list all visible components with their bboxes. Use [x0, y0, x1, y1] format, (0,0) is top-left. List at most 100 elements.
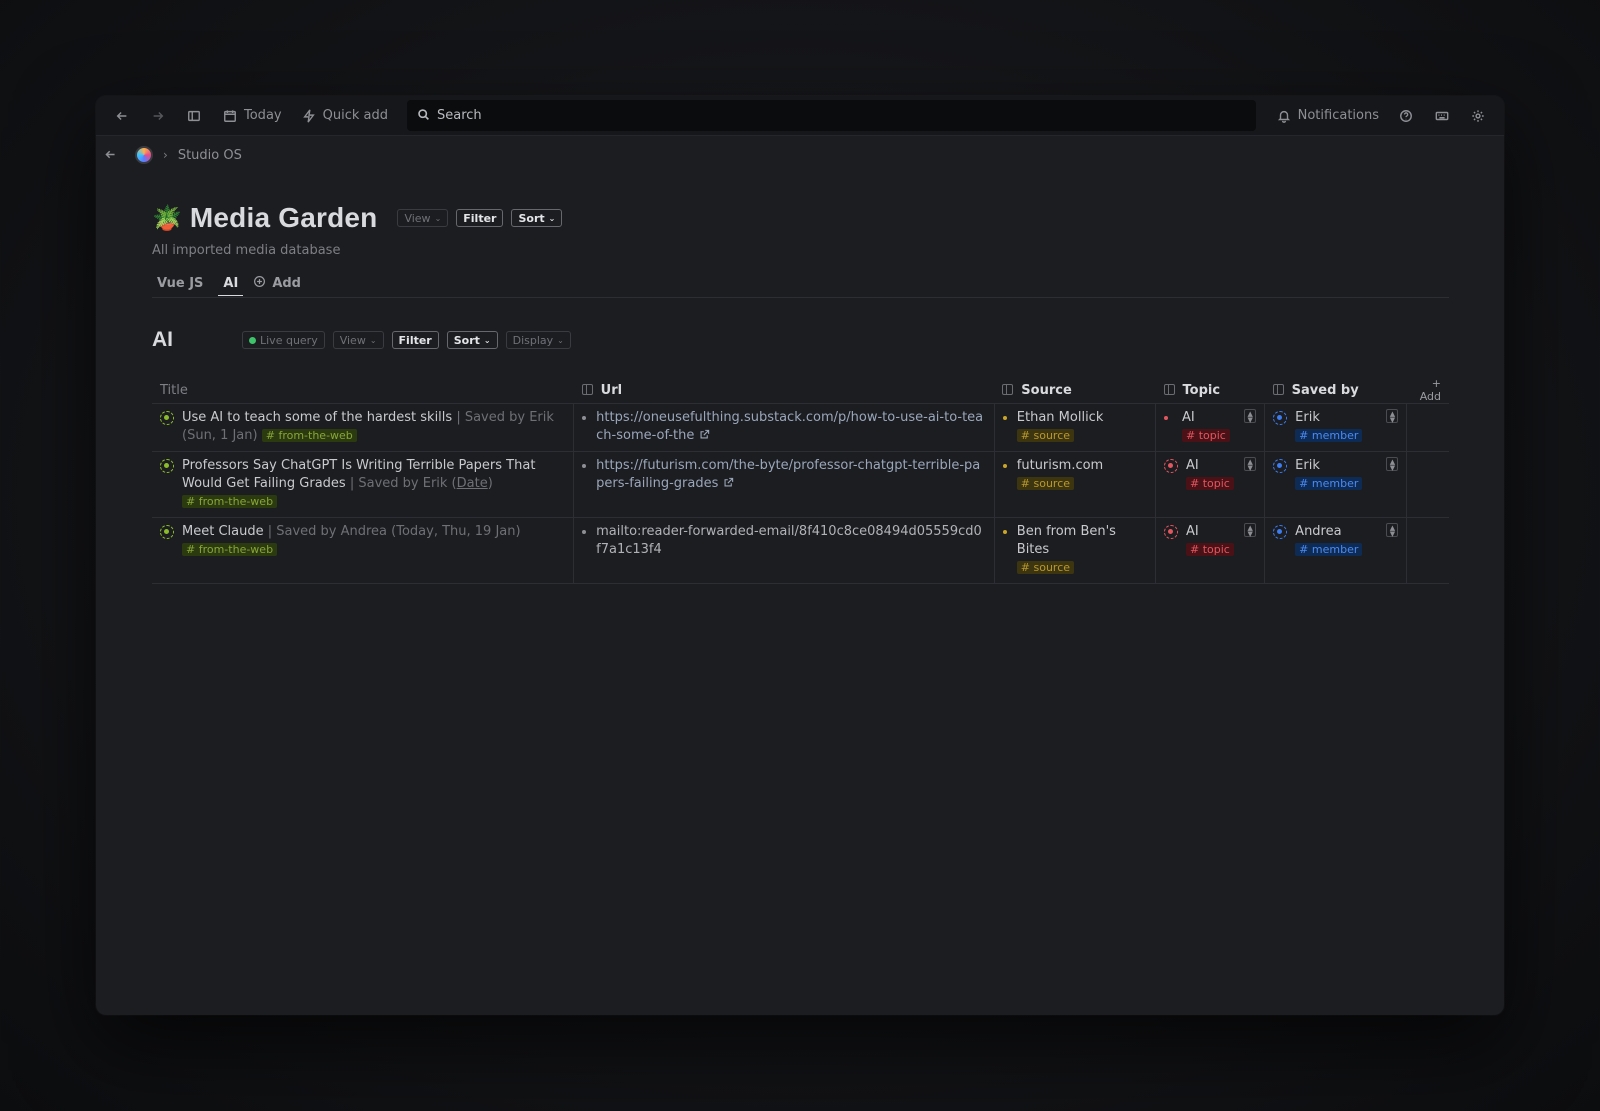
table-row[interactable]: Use AI to teach some of the hardest skil… — [152, 403, 1449, 452]
search-input[interactable] — [436, 108, 1246, 123]
bullet-icon — [582, 530, 587, 534]
column-header-source-label: Source — [1021, 382, 1072, 398]
member-tag[interactable]: # member — [1295, 429, 1363, 442]
expand-stepper-icon[interactable]: ▲ ▼ — [1244, 523, 1257, 538]
from-the-web-tag[interactable]: # from-the-web — [182, 495, 278, 508]
expand-stepper-icon[interactable]: ▲ ▼ — [1386, 523, 1399, 538]
row-saved-by[interactable]: Andrea — [1295, 523, 1362, 541]
url-cell[interactable]: https://futurism.com/the-byte/professor-… — [573, 451, 995, 518]
topic-cell[interactable]: AI # topic ▲ ▼ — [1155, 403, 1265, 452]
breadcrumb-back-button[interactable] — [104, 146, 117, 165]
add-column-button[interactable]: + Add — [1406, 377, 1449, 404]
saved-by-cell[interactable]: Andrea # member ▲ ▼ — [1264, 517, 1407, 584]
row-title[interactable]: Meet Claude — [182, 524, 264, 539]
section-view-button[interactable]: View ⌄ — [332, 331, 384, 349]
row-url[interactable]: mailto:reader-forwarded-email/8f410c8ce0… — [596, 524, 982, 557]
keyboard-icon — [1433, 107, 1451, 125]
table-row[interactable]: Meet Claude | Saved by Andrea (Today, Th… — [152, 517, 1449, 584]
topic-cell[interactable]: AI # topic ▲ ▼ — [1155, 517, 1265, 584]
section-filter-button[interactable]: Filter — [391, 331, 439, 349]
column-header-topic[interactable]: Topic — [1155, 377, 1265, 404]
sidebar-toggle-button[interactable] — [178, 103, 210, 129]
keyboard-shortcuts-button[interactable] — [1426, 103, 1458, 129]
column-header-saved-by[interactable]: Saved by — [1264, 377, 1407, 404]
page-sort-button[interactable]: Sort ⌄ — [511, 209, 563, 227]
notifications-label: Notifications — [1297, 108, 1379, 123]
tab-vue-js[interactable]: Vue JS — [152, 276, 208, 295]
column-header-url[interactable]: Url — [573, 377, 995, 404]
title-cell[interactable]: Use AI to teach some of the hardest skil… — [152, 403, 574, 452]
topic-tag[interactable]: # topic — [1186, 543, 1234, 556]
row-topic[interactable]: AI — [1186, 523, 1234, 541]
topic-tag[interactable]: # topic — [1186, 477, 1234, 490]
avatar[interactable] — [135, 146, 153, 164]
forward-button[interactable] — [142, 103, 174, 129]
breadcrumb-workspace[interactable]: Studio OS — [178, 148, 242, 163]
row-topic[interactable]: AI — [1182, 409, 1230, 427]
section-header: AI Live query View ⌄ Filter Sort ⌄ Display… — [152, 328, 1449, 352]
row-source[interactable]: Ben from Ben's Bites — [1017, 523, 1147, 559]
member-tag[interactable]: # member — [1295, 543, 1363, 556]
table-row[interactable]: Professors Say ChatGPT Is Writing Terrib… — [152, 451, 1449, 518]
source-cell[interactable]: Ethan Mollick # source — [993, 403, 1156, 452]
help-button[interactable] — [1390, 103, 1422, 129]
add-tab-button[interactable]: Add — [253, 275, 301, 296]
gear-icon — [1469, 107, 1487, 125]
notifications-button[interactable]: Notifications — [1268, 103, 1386, 129]
page-filter-button[interactable]: Filter — [456, 209, 504, 227]
row-meta: | Saved by Andrea (Today, Thu, 19 Jan) — [267, 524, 521, 539]
source-tag[interactable]: # source — [1016, 429, 1075, 442]
live-query-label: Live query — [260, 333, 318, 347]
source-cell[interactable]: futurism.com # source — [993, 451, 1156, 518]
saved-by-cell[interactable]: Erik # member ▲ ▼ — [1264, 403, 1407, 452]
url-cell[interactable]: mailto:reader-forwarded-email/8f410c8ce0… — [573, 517, 995, 584]
today-button[interactable]: Today — [214, 103, 289, 129]
row-source[interactable]: Ethan Mollick — [1017, 409, 1104, 427]
search-bar[interactable] — [406, 100, 1256, 131]
quick-add-button[interactable]: Quick add — [293, 103, 395, 129]
row-saved-by[interactable]: Erik — [1295, 409, 1362, 427]
help-icon — [1397, 107, 1415, 125]
url-cell[interactable]: https://oneusefulthing.substack.com/p/ho… — [573, 403, 995, 452]
bell-icon — [1275, 107, 1293, 125]
row-source[interactable]: futurism.com — [1017, 457, 1103, 475]
section-display-button[interactable]: Display ⌄ — [505, 331, 571, 349]
external-link-icon[interactable] — [718, 476, 733, 491]
live-query-badge[interactable]: Live query — [242, 331, 325, 349]
page-view-button[interactable]: View ⌄ — [397, 209, 449, 227]
expand-stepper-icon[interactable]: ▲ ▼ — [1386, 409, 1399, 424]
expand-stepper-icon[interactable]: ▲ ▼ — [1386, 457, 1399, 472]
lightning-icon — [300, 107, 318, 125]
date-placeholder[interactable]: Date — [457, 476, 488, 491]
expand-stepper-icon[interactable]: ▲ ▼ — [1244, 409, 1257, 424]
section-sort-button[interactable]: Sort ⌄ — [446, 331, 498, 349]
source-tag[interactable]: # source — [1016, 477, 1075, 490]
topic-tag[interactable]: # topic — [1182, 429, 1230, 442]
page-filter-label: Filter — [463, 211, 497, 225]
member-tag[interactable]: # member — [1295, 477, 1363, 490]
source-cell[interactable]: Ben from Ben's Bites # source — [993, 517, 1156, 584]
chevron-right-icon: › — [163, 148, 168, 162]
row-url[interactable]: https://futurism.com/the-byte/professor-… — [596, 458, 980, 491]
title-cell[interactable]: Professors Say ChatGPT Is Writing Terrib… — [152, 451, 574, 518]
row-saved-by[interactable]: Erik — [1295, 457, 1362, 475]
title-cell[interactable]: Meet Claude | Saved by Andrea (Today, Th… — [152, 517, 574, 584]
expand-stepper-icon[interactable]: ▲ ▼ — [1244, 457, 1257, 472]
from-the-web-tag[interactable]: # from-the-web — [261, 429, 357, 442]
row-url[interactable]: https://oneusefulthing.substack.com/p/ho… — [596, 410, 983, 443]
external-link-icon[interactable] — [694, 428, 709, 443]
row-title[interactable]: Use AI to teach some of the hardest skil… — [182, 410, 452, 425]
row-topic[interactable]: AI — [1186, 457, 1234, 475]
add-column-label: + Add — [1419, 377, 1441, 403]
source-tag[interactable]: # source — [1016, 561, 1075, 574]
from-the-web-tag[interactable]: # from-the-web — [182, 543, 278, 556]
column-header-source[interactable]: Source — [994, 377, 1156, 404]
saved-by-cell[interactable]: Erik # member ▲ ▼ — [1264, 451, 1407, 518]
back-button[interactable] — [106, 103, 138, 129]
column-header-title[interactable]: Title — [152, 377, 574, 404]
tab-ai[interactable]: AI — [218, 276, 244, 296]
topic-cell[interactable]: AI # topic ▲ ▼ — [1155, 451, 1265, 518]
settings-button[interactable] — [1462, 103, 1494, 129]
member-icon — [1273, 459, 1288, 473]
empty-cell — [1406, 451, 1449, 518]
